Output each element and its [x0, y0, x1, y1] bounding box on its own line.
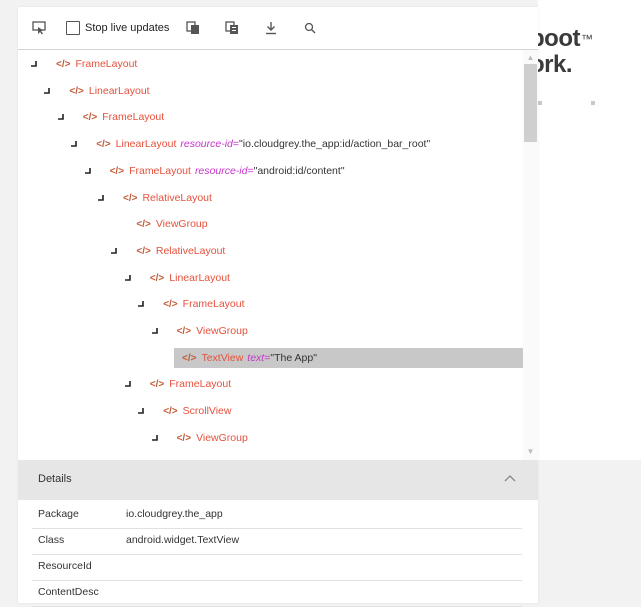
scroll-down-arrow-icon[interactable]: ▼ — [526, 447, 535, 456]
tree-node-attr-value: "io.cloudgrey.the_app:id/action_bar_root… — [239, 138, 431, 151]
collapse-chevron-up-icon[interactable] — [504, 474, 516, 486]
tree-node-content: </> FrameLayout — [163, 294, 244, 315]
tree-node-content: </> ViewGroup — [177, 428, 248, 449]
details-row: ResourceId — [32, 554, 522, 581]
tree-scrollbar[interactable]: ▲ ▼ — [523, 50, 538, 460]
tree-node-tag: LinearLayout — [169, 271, 230, 284]
code-tag-icon: </> — [149, 379, 165, 391]
code-tag-icon: </> — [136, 219, 151, 231]
tree-node-tag: ViewGroup — [196, 431, 248, 444]
tree-node-tag: LinearLayout — [88, 84, 150, 97]
tree-node-tag: FrameLayout — [182, 298, 245, 311]
inspector-panel: Stop live updates </> FrameLayout </> Linea… — [18, 7, 538, 607]
tree-node-tag: ViewGroup — [155, 218, 208, 231]
stop-live-updates-checkbox[interactable] — [66, 21, 80, 35]
code-tag-icon: </> — [163, 406, 178, 418]
copy-attributes-icon[interactable] — [225, 21, 239, 35]
expand-toggle-icon[interactable] — [70, 134, 80, 154]
expand-toggle-icon[interactable] — [57, 107, 67, 127]
tree-node-content: </> RelativeLayout — [136, 241, 225, 262]
details-value: io.cloudgrey.the_app — [126, 508, 223, 520]
search-icon[interactable] — [303, 21, 317, 35]
tree-node-content: </> FrameLayout resource-id="android:id/co… — [110, 161, 345, 182]
details-key: ContentDesc — [38, 586, 99, 598]
tree-node-attr-name: resource-id — [194, 164, 248, 177]
tree-node-content: </> FrameLayout — [83, 107, 164, 128]
tree-node-attr-name: text — [247, 351, 265, 364]
code-tag-icon: </> — [96, 139, 111, 151]
details-row: Class android.widget.TextView — [32, 528, 522, 555]
element-tree: </> FrameLayout </> LinearLayout </> FrameLay… — [18, 50, 523, 460]
details-key: ResourceId — [38, 560, 92, 572]
details-table: Package io.cloudgrey.the_app Class android.… — [18, 500, 538, 607]
tree-node-tag: ViewGroup — [196, 325, 248, 337]
inspector-toolbar: Stop live updates — [18, 7, 538, 50]
details-title: Details — [38, 473, 72, 485]
code-tag-icon: </> — [109, 165, 125, 177]
details-key: Class — [38, 534, 65, 546]
tree-node[interactable]: </> TextView text="The App" — [174, 347, 523, 369]
scroll-thumb[interactable] — [524, 64, 537, 142]
expand-toggle-icon[interactable] — [124, 268, 134, 288]
brand-trademark: ™ — [580, 32, 593, 46]
tree-node-content: </> LinearLayout — [69, 81, 149, 102]
brand-dot — [538, 101, 542, 105]
expand-toggle-icon[interactable] — [84, 161, 94, 181]
stop-live-updates-label[interactable]: Stop live updates — [85, 21, 169, 35]
expand-toggle-icon[interactable] — [30, 54, 40, 74]
tree-node-attr-name: resource-id — [180, 138, 233, 151]
code-tag-icon: </> — [56, 59, 71, 70]
code-tag-icon: </> — [149, 272, 165, 284]
tree-node-attr-value: "android:id/content" — [253, 164, 345, 177]
expand-toggle-icon[interactable] — [110, 241, 120, 261]
code-tag-icon: </> — [182, 352, 197, 364]
details-key: Package — [38, 508, 79, 520]
details-value: android.widget.TextView — [126, 534, 240, 546]
code-tag-icon: </> — [69, 85, 84, 97]
tree-node-content: </> TextView text="The App" — [182, 348, 317, 369]
tree-node-tag: ScrollView — [182, 405, 232, 418]
tree-node-content: </> ViewGroup — [136, 214, 207, 235]
tree-node-content: </> ViewGroup — [177, 321, 248, 342]
tree-node-tag: FrameLayout — [102, 111, 165, 124]
tree-node-tag: FrameLayout — [75, 58, 138, 70]
code-tag-icon: </> — [136, 245, 151, 257]
select-element-icon[interactable] — [32, 21, 46, 35]
details-header[interactable]: Details — [18, 460, 538, 500]
expand-toggle-icon[interactable] — [151, 428, 161, 448]
expand-toggle-icon[interactable] — [137, 294, 147, 314]
code-tag-icon: </> — [176, 326, 192, 337]
tree-node-tag: LinearLayout — [115, 138, 177, 151]
tree-node-content: </> LinearLayout resource-id="io.cloudgrey… — [96, 134, 430, 155]
brand-dot — [591, 101, 595, 105]
scroll-up-arrow-icon[interactable]: ▲ — [526, 53, 535, 62]
tree-node-content: </> ScrollView — [163, 401, 231, 422]
download-icon[interactable] — [264, 21, 278, 35]
tree-node-content: </> RelativeLayout — [123, 188, 212, 209]
details-row: Package io.cloudgrey.the_app — [32, 502, 522, 529]
tree-node-tag: FrameLayout — [169, 378, 232, 391]
tree-node-tag: RelativeLayout — [155, 244, 226, 257]
expand-toggle-icon[interactable] — [124, 374, 134, 394]
copy-xml-icon[interactable] — [186, 21, 200, 35]
expand-toggle-icon[interactable] — [137, 401, 147, 421]
expand-toggle-icon[interactable] — [151, 321, 161, 341]
tree-node-tag: RelativeLayout — [142, 191, 212, 204]
brand-logo-text: boot™ ork. — [530, 26, 593, 78]
tree-node-content: </> LinearLayout — [150, 268, 230, 289]
expand-toggle-icon[interactable] — [43, 81, 53, 101]
expand-toggle-icon[interactable] — [97, 188, 107, 208]
code-tag-icon: </> — [82, 112, 98, 124]
tree-node-content: </> FrameLayout — [56, 54, 137, 75]
code-tag-icon: </> — [176, 432, 192, 444]
tree-node-tag: TextView — [201, 351, 244, 364]
tree-node-attr-value: "The App" — [270, 351, 317, 364]
code-tag-icon: </> — [163, 299, 178, 311]
code-tag-icon: </> — [123, 192, 138, 204]
tree-node-content: </> FrameLayout — [150, 374, 231, 395]
tree-node-tag: FrameLayout — [129, 164, 191, 177]
